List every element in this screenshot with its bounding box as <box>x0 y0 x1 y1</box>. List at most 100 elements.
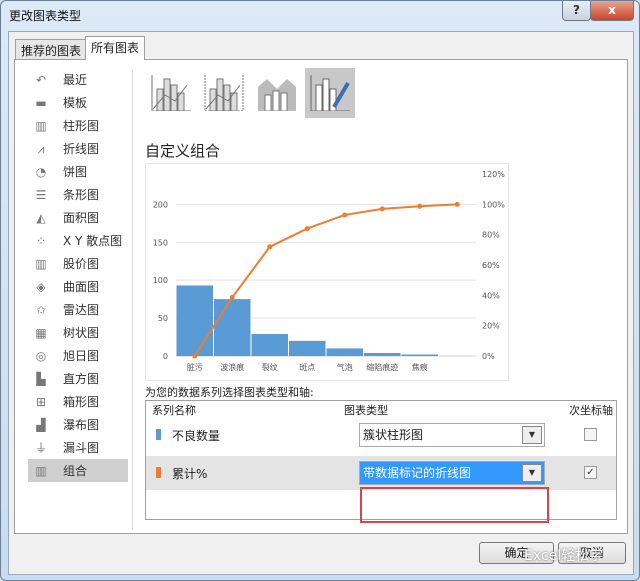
tab-all-charts[interactable]: 所有图表 <box>85 36 146 60</box>
sidebar-item[interactable]: ◈ 曲面图 <box>28 275 128 298</box>
column-line-secondary-axis-icon[interactable] <box>199 68 249 118</box>
sidebar-item[interactable]: ▥ 组合 <box>28 459 128 482</box>
change-chart-type-dialog: 更改图表类型 ? x 推荐的图表 所有图表 ↶ 最近 ▬ 模板 ▥ 柱形图 ⩘ 折线图 ◔ 饼图 ☰… <box>0 0 640 581</box>
sidebar-item[interactable]: ⏚ 漏斗图 <box>28 436 128 459</box>
bar <box>251 334 288 356</box>
x-tick-label: 气泡 <box>337 362 353 372</box>
sidebar-item-label: X Y 散点图 <box>63 234 123 248</box>
clustered-column-line-icon[interactable] <box>146 68 196 118</box>
line-marker <box>454 201 460 207</box>
sidebar-item[interactable]: ↶ 最近 <box>28 68 128 91</box>
sidebar-item-label: 面积图 <box>63 211 100 225</box>
section-title: 自定义组合 <box>145 142 221 160</box>
chart-type-select[interactable]: 带数据标记的折线图 ▼ <box>359 461 545 485</box>
highlight-box <box>360 487 549 523</box>
sidebar-item[interactable]: ☰ 条形图 <box>28 183 128 206</box>
chart-category-icon: ▥ <box>35 463 47 478</box>
stacked-area-column-icon[interactable] <box>252 68 302 118</box>
custom-combination-icon[interactable] <box>305 68 355 118</box>
chart-category-icon: ▟ <box>36 417 46 432</box>
all-charts-panel: ↶ 最近 ▬ 模板 ▥ 柱形图 ⩘ 折线图 ◔ 饼图 ☰ 条形图 ◭ 面积图 ⁘ X Y 散点图 ▥ 股价图 ◈ 曲面… <box>14 59 628 534</box>
watermark: Excel轻松学 <box>524 548 604 564</box>
sidebar-item-label: 模板 <box>63 96 88 110</box>
sidebar-item[interactable]: ◎ 旭日图 <box>28 344 128 367</box>
secondary-axis-checkbox[interactable] <box>584 428 597 441</box>
sidebar-item-label: 雷达图 <box>63 303 100 317</box>
sidebar-item[interactable]: ⩘ 折线图 <box>28 137 128 160</box>
line-marker <box>192 353 198 359</box>
bar <box>401 354 438 356</box>
series-name: 不良数量 <box>172 429 221 443</box>
header-chart-type: 图表类型 <box>344 404 388 417</box>
y2-tick-label: 80% <box>482 231 500 240</box>
y-tick-label: 100 <box>153 276 168 285</box>
chart-category-icon: ⊞ <box>35 394 47 409</box>
chart-category-icon: ◔ <box>35 164 47 179</box>
sidebar-item[interactable]: ◔ 饼图 <box>28 160 128 183</box>
line-marker <box>267 244 273 250</box>
series-name: 累计% <box>172 467 208 481</box>
chart-category-icon: ◈ <box>36 279 46 294</box>
x-tick-label: 缩陷痕迹 <box>366 362 398 372</box>
sidebar-item-label: 折线图 <box>63 142 100 156</box>
chart-category-icon: ▥ <box>35 118 47 133</box>
chart-category-icon: ⩘ <box>37 141 45 156</box>
divider <box>132 70 133 530</box>
help-button[interactable]: ? <box>562 1 591 21</box>
sidebar-item-label: 树状图 <box>63 326 100 340</box>
secondary-axis-checkbox[interactable]: ✓ <box>584 466 597 479</box>
chart-type-select[interactable]: 簇状柱形图 ▼ <box>359 423 545 447</box>
sidebar-item-label: 旭日图 <box>63 349 100 363</box>
x-tick-label: 斑点 <box>299 362 315 372</box>
sidebar-item[interactable]: ◭ 面积图 <box>28 206 128 229</box>
close-button[interactable]: x <box>590 1 634 21</box>
chart-type-value: 带数据标记的折线图 <box>363 466 472 480</box>
x-tick-label: 脏污 <box>187 362 203 372</box>
sidebar-item[interactable]: ▙ 直方图 <box>28 367 128 390</box>
sidebar-item-label: 柱形图 <box>63 119 100 133</box>
sidebar-item[interactable]: ✩ 雷达图 <box>28 298 128 321</box>
chart-category-icon: ⁘ <box>35 233 47 248</box>
chevron-down-icon[interactable]: ▼ <box>522 426 542 444</box>
series-row: 累计% 带数据标记的折线图 ▼ ✓ <box>146 456 616 490</box>
sidebar-item[interactable]: ▥ 股价图 <box>28 252 128 275</box>
bar <box>176 285 213 356</box>
chevron-down-icon[interactable]: ▼ <box>522 464 542 482</box>
series-color-swatch <box>156 429 161 440</box>
chart-category-icon: ✩ <box>35 302 47 317</box>
chart-preview: 0 50 100 150 200 0% 20% 40% 60% 80% 100% 120% 脏污 波浪痕 裂… <box>145 163 509 381</box>
chart-category-icon: ◎ <box>35 348 47 363</box>
y2-tick-label: 20% <box>482 322 500 331</box>
sidebar-item[interactable]: ▬ 模板 <box>28 91 128 114</box>
combo-chart: 0 50 100 150 200 0% 20% 40% 60% 80% 100% 120% 脏污 波浪痕 裂… <box>153 170 506 372</box>
sidebar-item[interactable]: ⁘ X Y 散点图 <box>28 229 128 252</box>
chart-category-icon: ▥ <box>35 256 47 271</box>
y-tick-label: 150 <box>153 238 168 247</box>
y2-tick-label: 100% <box>482 200 505 209</box>
sidebar-item-label: 瀑布图 <box>63 418 100 432</box>
line-marker <box>229 294 235 300</box>
sidebar-item[interactable]: ⊞ 箱形图 <box>28 390 128 413</box>
y2-tick-label: 60% <box>482 261 500 270</box>
header-secondary-axis: 次坐标轴 <box>569 404 613 417</box>
sidebar-item[interactable]: ▥ 柱形图 <box>28 114 128 137</box>
sidebar-item-label: 漏斗图 <box>63 441 100 455</box>
sidebar-item-label: 组合 <box>63 464 88 478</box>
y2-tick-label: 40% <box>482 291 500 300</box>
x-tick-label: 裂纹 <box>262 362 278 372</box>
bar <box>326 348 363 356</box>
dialog-body: 推荐的图表 所有图表 ↶ 最近 ▬ 模板 ▥ 柱形图 ⩘ 折线图 ◔ 饼图 ☰ 条形图 ◭ 面积图 ⁘ X Y… <box>8 31 634 575</box>
sidebar-item-label: 箱形图 <box>63 395 100 409</box>
sidebar-item[interactable]: ▟ 瀑布图 <box>28 413 128 436</box>
tab-recommended[interactable]: 推荐的图表 <box>15 39 88 59</box>
series-row: 不良数量 簇状柱形图 ▼ <box>146 418 616 452</box>
y-tick-label: 0 <box>163 352 168 361</box>
y2-tick-label: 120% <box>482 170 505 179</box>
sidebar-item[interactable]: ▦ 树状图 <box>28 321 128 344</box>
chart-category-icon: ↶ <box>35 72 47 87</box>
chart-category-list: ↶ 最近 ▬ 模板 ▥ 柱形图 ⩘ 折线图 ◔ 饼图 ☰ 条形图 ◭ 面积图 ⁘ X Y 散点图 ▥ 股价图 ◈ 曲面… <box>28 68 128 482</box>
sidebar-item-label: 条形图 <box>63 188 100 202</box>
y-tick-label: 50 <box>158 314 168 323</box>
line-marker <box>304 226 310 232</box>
sidebar-item-label: 最近 <box>63 73 88 87</box>
